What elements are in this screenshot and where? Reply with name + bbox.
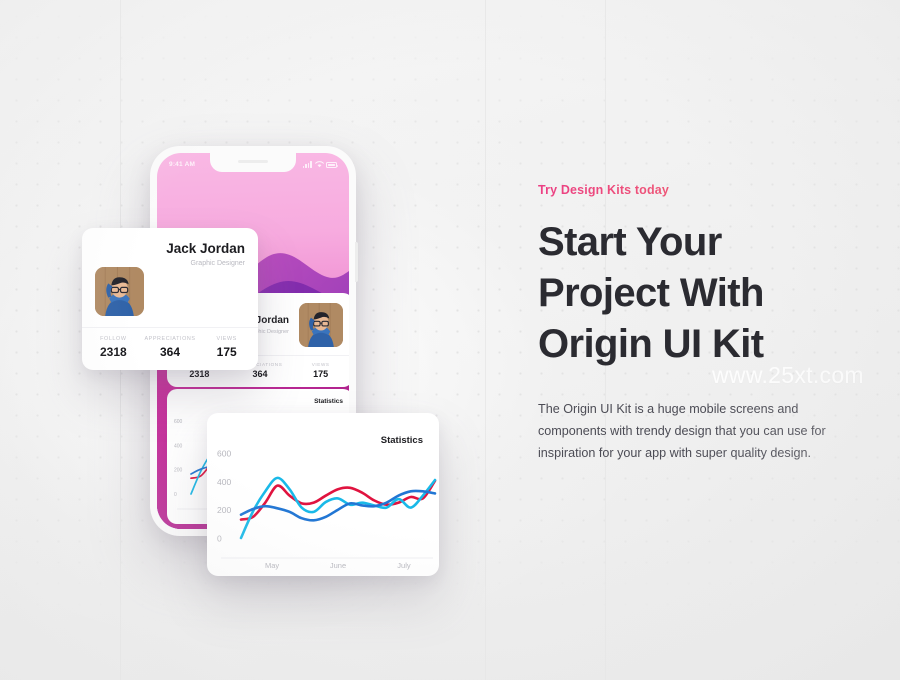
avatar [95, 266, 144, 316]
profile-role: Graphic Designer [190, 259, 245, 267]
stat-item-follow: FOLLOW 2318 [85, 336, 142, 359]
y-axis-tick: 200 [174, 468, 183, 474]
phone-notch [210, 153, 296, 172]
stat-label: VIEWS [216, 335, 237, 342]
y-axis-tick: 400 [217, 477, 231, 487]
profile-card-header: Jack Jordan Graphic Designer [82, 228, 258, 327]
stat-label: FOLLOW [100, 335, 127, 342]
stat-value: 364 [159, 344, 181, 359]
stat-item-views: VIEWS 175 [198, 336, 255, 359]
phone-speaker [238, 160, 268, 163]
status-bar-time: 9:41 AM [169, 161, 196, 168]
promo-canvas: 9:41 AM Jack Jordan Graphic Designer 231… [0, 0, 900, 680]
profile-name: Jack Jordan [166, 241, 245, 256]
avatar [299, 303, 343, 347]
profile-identity: Jack Jordan Graphic Designer [95, 241, 245, 267]
stat-value: 2318 [189, 369, 210, 379]
stat-value: 364 [252, 369, 268, 379]
x-axis-tick: July [397, 561, 411, 570]
signal-bars-icon [302, 161, 312, 168]
x-axis-tick: June [330, 561, 346, 570]
eyebrow-text: Try Design Kits today [538, 183, 868, 197]
headline-line-2: Project With [538, 270, 764, 315]
statistics-card[interactable]: Statistics 0 200 400 600 May June July [207, 413, 439, 576]
hero-copy: Try Design Kits today Start Your Project… [538, 183, 868, 464]
stat-value: 175 [216, 344, 237, 359]
battery-icon [326, 162, 339, 168]
stat-value: 2318 [99, 344, 127, 359]
y-axis-tick: 0 [217, 534, 222, 544]
headline-line-1: Start Your [538, 220, 722, 264]
status-bar-icons [302, 161, 339, 168]
stat-value: 175 [313, 369, 329, 379]
page-title: Start Your Project With Origin UI Kit [538, 217, 868, 369]
x-axis-tick: May [265, 561, 279, 570]
stat-item: VIEWS 175 [290, 362, 349, 379]
profile-stats: FOLLOW 2318 APPRECIATIONS 364 VIEWS 175 [82, 326, 258, 370]
y-axis-tick: 400 [174, 443, 183, 449]
stat-label: VIEWS [311, 362, 330, 367]
hero-description: The Origin UI Kit is a huge mobile scree… [538, 402, 826, 460]
y-axis-tick: 600 [174, 419, 183, 425]
watermark: www.25xt.com [712, 362, 864, 388]
stat-item-appreciations: APPRECIATIONS 364 [142, 336, 199, 359]
y-axis-tick: 200 [217, 505, 231, 515]
wifi-icon [314, 161, 324, 168]
chart-area: 0 200 400 600 May June July [207, 413, 439, 576]
profile-card[interactable]: Jack Jordan Graphic Designer FOLLOW 2318… [82, 228, 258, 370]
y-axis-tick: 600 [217, 449, 231, 459]
y-axis-tick: 0 [174, 492, 177, 498]
stat-label: APPRECIATIONS [144, 335, 196, 342]
background-guide-line [485, 0, 486, 680]
